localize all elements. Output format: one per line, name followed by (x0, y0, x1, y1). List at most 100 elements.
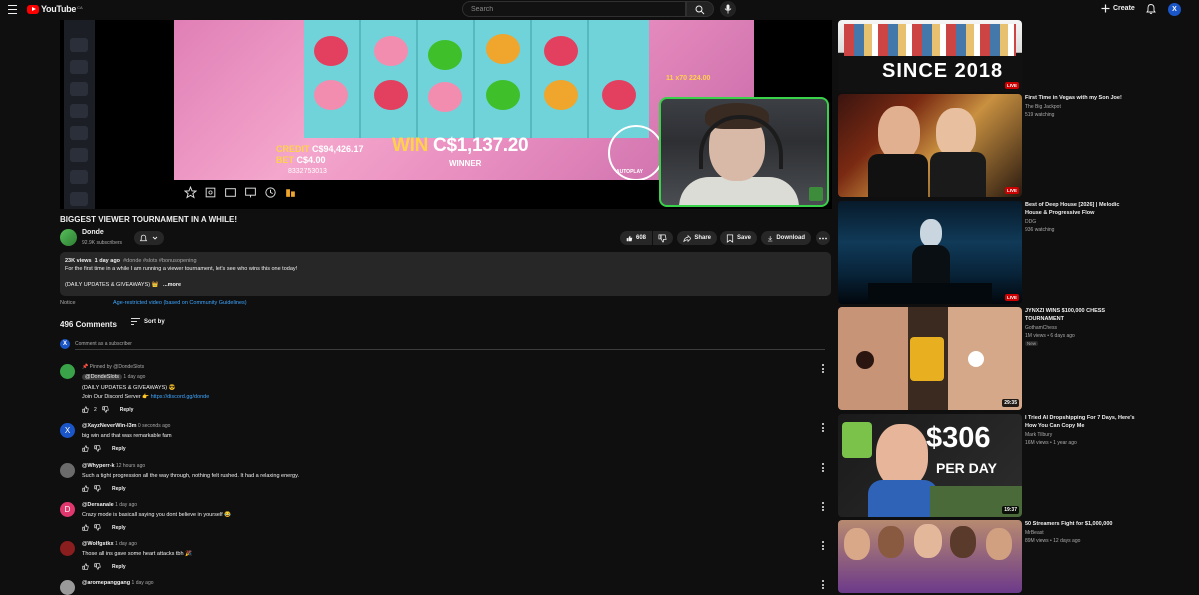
description-box[interactable]: 23K views 1 day ago #donde #slots #bonus… (60, 252, 831, 296)
comment-menu-icon[interactable] (822, 364, 826, 375)
channel-avatar[interactable] (60, 229, 77, 246)
youtube-play-icon (27, 4, 39, 14)
discord-link[interactable]: https://discord.gg/donde (151, 394, 210, 400)
video-player[interactable]: 11 x70 224.00 CREDIT C$94,426.17 BET C$4… (60, 20, 832, 209)
star-outline-icon[interactable] (184, 186, 197, 199)
video-thumbnail[interactable]: LIVE (838, 201, 1022, 304)
thumbs-up-icon (626, 235, 633, 241)
comment-avatar[interactable] (60, 463, 75, 478)
more-actions-button[interactable] (816, 231, 830, 245)
search-box (462, 1, 686, 17)
comment-menu-icon[interactable] (822, 541, 826, 552)
comment-author[interactable]: @Dersanale (82, 502, 114, 508)
recommendation-title[interactable]: I Tried AI Dropshipping For 7 Days, Here… (1025, 414, 1135, 430)
download-icon (767, 235, 773, 241)
recommendation-channel[interactable]: DDG (1025, 219, 1135, 225)
comment-menu-icon[interactable] (822, 580, 826, 591)
comment-time[interactable]: 12 hours ago (116, 463, 145, 469)
duration-badge: 29:35 (1002, 399, 1019, 407)
overlay-icon-3 (70, 82, 88, 96)
recommendation-title[interactable]: JYNXZI WINS $100,000 CHESS TOURNAMENT (1025, 307, 1135, 323)
subscribed-notifications-button[interactable] (134, 231, 164, 245)
account-avatar[interactable]: X (1168, 3, 1181, 16)
comment-avatar[interactable] (60, 541, 75, 556)
thumbs-down-icon[interactable] (94, 524, 101, 531)
share-button[interactable]: Share (677, 231, 717, 245)
recommendation-title[interactable]: 50 Streamers Fight for $1,000,000 (1025, 520, 1135, 528)
thumbs-up-icon[interactable] (82, 445, 89, 452)
recommendation-channel[interactable]: MrBeast (1025, 530, 1135, 536)
comment-avatar[interactable] (60, 364, 75, 379)
thumbs-down-icon[interactable] (94, 563, 101, 570)
recommendation-channel[interactable]: Mark Tilbury (1025, 432, 1135, 438)
download-button[interactable]: Download (761, 231, 811, 245)
comment-author[interactable]: @Whyperr-k (82, 463, 115, 469)
dislike-button[interactable] (653, 231, 673, 245)
reply-button[interactable]: Reply (112, 486, 126, 492)
comment-avatar[interactable]: X (60, 423, 75, 438)
monitor-icon[interactable] (244, 186, 257, 199)
screenshot-icon[interactable] (204, 186, 217, 199)
video-thumbnail[interactable] (838, 520, 1022, 593)
comment-time[interactable]: 1 day ago (115, 541, 137, 547)
thumbs-down-icon[interactable] (102, 406, 109, 413)
comment-time[interactable]: 0 seconds ago (138, 423, 171, 429)
comment-menu-icon[interactable] (822, 423, 826, 434)
thumbs-down-icon[interactable] (94, 485, 101, 492)
video-thumbnail[interactable]: LIVE (838, 94, 1022, 197)
recommendation-title[interactable]: Best of Deep House [2026] | Melodic Hous… (1025, 201, 1135, 217)
comment-author[interactable]: @Wolfgstkx (82, 541, 114, 547)
search-button[interactable] (686, 1, 714, 17)
cast-icon[interactable] (224, 186, 237, 199)
menu-icon[interactable] (8, 5, 17, 14)
channel-name[interactable]: Donde (82, 229, 104, 236)
recommendation-meta: 16M views • 1 year ago (1025, 440, 1077, 446)
notifications-button[interactable] (1145, 3, 1157, 15)
comment-time[interactable]: 1 day ago (115, 502, 137, 508)
video-thumbnail[interactable]: $306 PER DAY 19:37 (838, 414, 1022, 517)
live-badge: LIVE (1004, 82, 1019, 89)
comment-time[interactable]: 1 day ago (123, 374, 145, 380)
comment-author[interactable]: @XayzNeverWin-l3m (82, 423, 137, 429)
video-thumbnail[interactable]: SINCE 2018 LIVE (838, 20, 1022, 92)
comment-menu-icon[interactable] (822, 502, 826, 513)
comment-time[interactable]: 1 day ago (132, 580, 154, 586)
page-scrollbar[interactable] (1186, 20, 1198, 593)
comment-author[interactable]: @aromepanggang (82, 580, 130, 586)
reply-button[interactable]: Reply (112, 446, 126, 452)
description-more-link[interactable]: ...more (163, 282, 181, 288)
candy-symbol (486, 34, 520, 64)
coins-icon[interactable] (284, 186, 297, 199)
age-restriction-link[interactable]: Age-restricted video (based on Community… (113, 300, 247, 306)
video-thumbnail[interactable]: 29:35 (838, 307, 1022, 410)
add-comment-input[interactable]: Comment as a subscriber (75, 341, 132, 347)
like-button[interactable]: 608 (620, 231, 652, 245)
search-input[interactable] (463, 2, 679, 16)
duration-badge: 19:37 (1002, 506, 1019, 514)
history-icon[interactable] (264, 186, 277, 199)
comment-author[interactable]: @DondeSlots (82, 374, 123, 380)
thumbs-up-icon[interactable] (82, 563, 89, 570)
voice-search-button[interactable] (720, 1, 736, 17)
recommendation-channel[interactable]: GothamChess (1025, 325, 1135, 331)
youtube-logo[interactable]: YouTube CA (27, 4, 83, 14)
thumbs-up-icon[interactable] (82, 485, 89, 492)
sort-by-button[interactable]: Sort by (131, 318, 165, 325)
recommendation-channel[interactable]: The Big Jackpot (1025, 104, 1135, 110)
recommendation-title[interactable]: First Time in Vegas with my Son Joe! (1025, 94, 1135, 102)
reply-button[interactable]: Reply (112, 564, 126, 570)
save-button[interactable]: Save (720, 231, 757, 245)
candy-symbol (544, 80, 578, 110)
reply-button[interactable]: Reply (112, 525, 126, 531)
video-title: BIGGEST VIEWER TOURNAMENT IN A WHILE! (60, 215, 238, 224)
comment-avatar[interactable]: D (60, 502, 75, 517)
thumbs-down-icon[interactable] (94, 445, 101, 452)
create-button[interactable]: Create (1101, 4, 1135, 13)
candy-symbol (486, 80, 520, 110)
thumbs-up-icon[interactable] (82, 406, 89, 413)
search-icon (695, 5, 705, 15)
reply-button[interactable]: Reply (120, 407, 134, 413)
thumbs-up-icon[interactable] (82, 524, 89, 531)
recommendation-meta: 89M views • 12 days ago (1025, 538, 1081, 544)
comment-menu-icon[interactable] (822, 463, 826, 474)
